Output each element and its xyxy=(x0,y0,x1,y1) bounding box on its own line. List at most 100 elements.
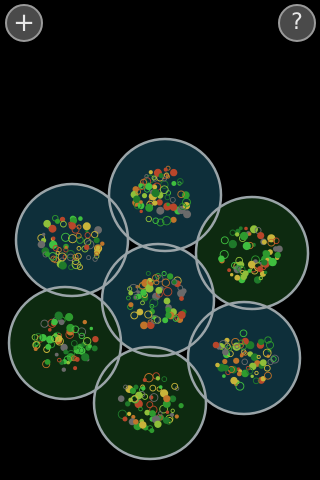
cell xyxy=(239,231,249,241)
cell xyxy=(149,410,156,417)
cell xyxy=(183,210,192,219)
cell xyxy=(212,341,220,349)
cell xyxy=(84,244,90,250)
cell xyxy=(129,387,136,394)
cell xyxy=(222,374,226,378)
cell xyxy=(260,376,266,382)
cell xyxy=(163,395,171,403)
cell xyxy=(261,239,267,245)
cell xyxy=(81,353,90,362)
cell xyxy=(222,364,230,372)
cell xyxy=(181,288,187,294)
cell xyxy=(82,222,91,231)
cell xyxy=(274,251,281,259)
cell xyxy=(142,378,147,382)
cell xyxy=(58,319,65,326)
cell xyxy=(169,203,178,211)
cell xyxy=(147,321,155,330)
cell xyxy=(156,206,165,215)
add-button[interactable]: + xyxy=(5,4,43,42)
cell xyxy=(43,219,51,228)
cell xyxy=(149,282,154,286)
cell xyxy=(78,216,83,221)
game-board xyxy=(7,137,310,461)
cell xyxy=(275,245,283,253)
cell xyxy=(236,371,242,377)
cell xyxy=(149,428,155,434)
cell xyxy=(58,261,67,270)
cell xyxy=(155,286,163,294)
cell xyxy=(250,374,254,378)
cell xyxy=(128,290,134,296)
cell xyxy=(93,237,100,244)
cell xyxy=(37,240,46,249)
cell xyxy=(158,173,164,179)
question-icon: ? xyxy=(291,10,303,35)
cell xyxy=(94,226,102,234)
cell xyxy=(44,251,51,257)
cell xyxy=(242,241,251,251)
cell xyxy=(44,359,51,365)
cell xyxy=(138,183,143,188)
cell xyxy=(262,250,271,258)
cell xyxy=(222,358,228,365)
cell xyxy=(140,321,148,330)
cell xyxy=(145,203,154,212)
cell xyxy=(89,326,94,331)
cell xyxy=(263,270,268,275)
cell xyxy=(128,302,134,308)
cell xyxy=(233,357,240,364)
cell xyxy=(136,308,144,316)
cell xyxy=(66,360,70,365)
cell xyxy=(33,347,38,351)
cell xyxy=(122,416,128,422)
cell xyxy=(165,410,170,414)
cell xyxy=(139,200,143,204)
cell xyxy=(218,255,225,263)
cell xyxy=(42,232,46,236)
cell xyxy=(148,170,153,175)
cell xyxy=(141,193,148,199)
cell xyxy=(158,385,163,389)
cell xyxy=(73,346,78,351)
cell xyxy=(155,376,161,381)
cell xyxy=(59,360,65,365)
cell xyxy=(139,421,147,429)
cell xyxy=(151,189,160,198)
cell xyxy=(91,345,98,352)
cell xyxy=(68,222,77,230)
cell xyxy=(141,386,146,391)
plus-icon: + xyxy=(13,8,35,38)
cell xyxy=(170,168,178,177)
cell xyxy=(92,336,99,343)
cell xyxy=(181,191,190,200)
cell xyxy=(235,232,240,237)
cell xyxy=(162,416,170,424)
cell xyxy=(163,297,171,305)
cell xyxy=(65,313,74,322)
cell xyxy=(268,257,277,267)
cell xyxy=(133,419,139,425)
cell xyxy=(227,268,232,272)
cell xyxy=(238,226,243,231)
cell xyxy=(127,411,132,416)
cell xyxy=(51,236,56,241)
cell xyxy=(45,343,52,350)
cell xyxy=(178,403,184,409)
cell xyxy=(244,226,248,231)
cell xyxy=(228,239,237,249)
cell xyxy=(48,328,52,332)
cell xyxy=(261,259,268,266)
cell xyxy=(250,225,258,234)
cell xyxy=(135,391,143,400)
cell xyxy=(247,260,256,269)
cell xyxy=(169,395,177,403)
cell xyxy=(87,344,92,349)
help-button[interactable]: ? xyxy=(278,4,316,42)
cell xyxy=(242,270,249,277)
cell xyxy=(222,348,229,356)
cell xyxy=(63,349,69,355)
cell xyxy=(154,420,162,428)
cell xyxy=(54,218,61,224)
cell xyxy=(152,184,158,190)
